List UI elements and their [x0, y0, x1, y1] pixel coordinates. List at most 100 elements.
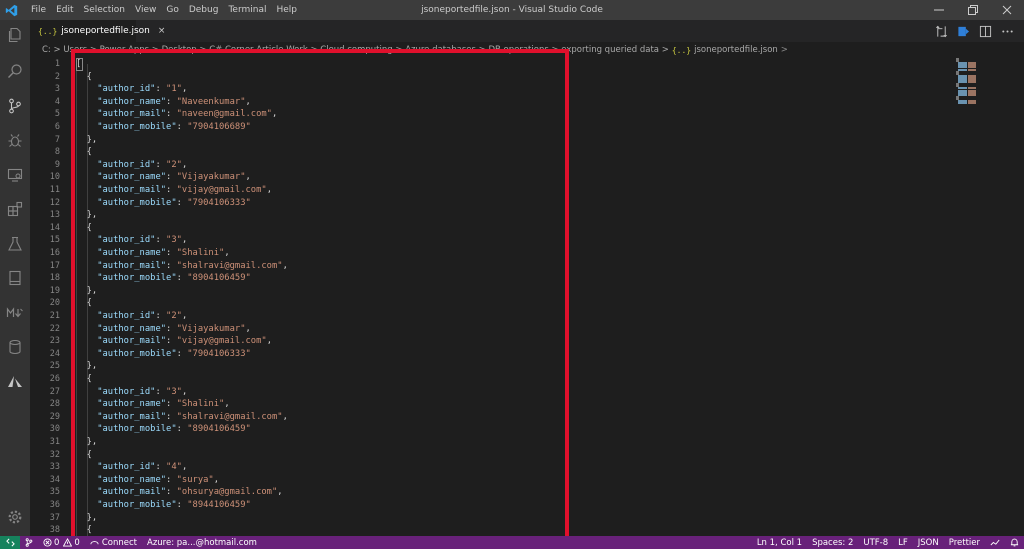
problems-status[interactable]: 0 0 — [38, 538, 85, 548]
branch-status[interactable] — [20, 538, 38, 547]
compare-changes-button[interactable] — [930, 20, 952, 42]
breadcrumb-path[interactable]: C: > Users > Power Apps > Desktop > C# C… — [42, 45, 669, 55]
code-line: "author_id": "3", — [97, 235, 188, 246]
encoding-status[interactable]: UTF-8 — [858, 538, 893, 548]
status-bar: 0 0 Connect Azure: pa...@hotmail.com Ln … — [0, 536, 1024, 549]
database-icon[interactable] — [0, 332, 30, 362]
code-line: "author_mail": "vijay@gmail.com", — [97, 336, 272, 347]
code-line: }, — [76, 285, 98, 298]
open-preview-button[interactable] — [952, 20, 974, 42]
minimize-button[interactable] — [922, 0, 956, 20]
remote-explorer-icon[interactable] — [0, 160, 30, 190]
code-line: { — [76, 373, 92, 386]
markdown-icon[interactable] — [0, 298, 30, 328]
git-branch-icon — [25, 538, 33, 547]
cursor-position-status[interactable]: Ln 1, Col 1 — [752, 538, 807, 548]
restore-button[interactable] — [956, 0, 990, 20]
menu-edit[interactable]: Edit — [51, 0, 78, 20]
debug-icon[interactable] — [0, 125, 30, 155]
code-line: "author_id": "2", — [97, 311, 188, 321]
code-editor[interactable]: 1 2 3 4 5 6 7 8 9 10 11 12 13 14 15 16 17 18 19 20 21 22 23 24 2… — [30, 58, 1024, 536]
menu-selection[interactable]: Selection — [79, 0, 130, 20]
line-number: 29 — [49, 411, 60, 422]
json-value: "7904106333" — [187, 197, 251, 208]
json-value: "Naveenkumar" — [176, 96, 246, 107]
json-key: "author_id" — [97, 84, 156, 95]
breadcrumb-file[interactable]: jsoneportedfile.json — [694, 45, 778, 55]
remote-status-button[interactable] — [0, 536, 20, 549]
menu-view[interactable]: View — [130, 0, 161, 20]
breadcrumb: C: > Users > Power Apps > Desktop > C# C… — [30, 42, 1024, 58]
test-icon[interactable] — [0, 229, 30, 259]
split-editor-button[interactable] — [974, 20, 996, 42]
menu-debug[interactable]: Debug — [184, 0, 224, 20]
search-icon[interactable] — [0, 56, 30, 86]
json-key: "author_mobile" — [97, 122, 177, 132]
prettier-status[interactable]: Prettier — [944, 538, 985, 548]
activity-bar — [0, 20, 30, 536]
minimap-line — [968, 68, 976, 71]
line-number: 17 — [49, 260, 60, 271]
line-number: 37 — [49, 512, 60, 523]
code-line: { — [76, 524, 92, 536]
line-number: 11 — [49, 185, 60, 195]
close-window-button[interactable] — [990, 0, 1024, 20]
line-number: 38 — [49, 525, 60, 536]
connect-status[interactable]: Connect — [85, 538, 142, 548]
json-key: "author_mail" — [97, 487, 167, 498]
tab-jsoneportedfile[interactable]: {..} jsoneportedfile.json × — [30, 20, 165, 42]
code-line: { — [76, 146, 92, 159]
eol-status[interactable]: LF — [893, 538, 913, 548]
json-punctuation: , — [245, 96, 251, 107]
json-value: "8904106459" — [187, 273, 251, 284]
language-mode-status[interactable]: JSON — [913, 538, 944, 548]
line-number: 9 — [54, 159, 60, 170]
json-punctuation: , — [282, 411, 288, 422]
json-key: "author_mail" — [97, 411, 167, 422]
more-actions-button[interactable] — [996, 20, 1018, 42]
code-line: }, — [76, 134, 98, 147]
json-value: "2" — [166, 311, 182, 321]
line-number: 23 — [49, 336, 60, 347]
menu-go[interactable]: Go — [161, 0, 183, 20]
source-control-icon[interactable] — [0, 91, 30, 121]
json-punctuation: , — [224, 248, 230, 258]
minimap-line — [958, 93, 967, 96]
connect-label: Connect — [101, 537, 137, 548]
minimap[interactable] — [954, 58, 984, 106]
json-punctuation: , — [181, 386, 188, 397]
json-value: "8904106459" — [187, 424, 251, 435]
json-punctuation: , — [245, 172, 251, 183]
line-number: 32 — [49, 449, 60, 460]
error-icon — [43, 538, 52, 547]
feedback-button[interactable] — [985, 538, 1005, 547]
explorer-icon[interactable] — [0, 20, 30, 50]
json-punctuation: { — [76, 525, 92, 536]
error-count: 0 — [54, 537, 60, 548]
minimap-line — [968, 81, 976, 84]
minimap-line — [968, 93, 976, 96]
json-value: "ohsurya@gmail.com" — [176, 487, 278, 498]
azure-icon[interactable] — [0, 367, 30, 397]
json-value: "3" — [166, 386, 182, 397]
indentation-status[interactable]: Spaces: 2 — [807, 538, 858, 548]
preview-icon — [957, 26, 969, 36]
json-value: "vijay@gmail.com" — [176, 336, 267, 347]
code-line: "author_name": "Vijayakumar", — [97, 172, 251, 183]
menu-file[interactable]: File — [26, 0, 51, 20]
extensions-icon[interactable] — [0, 194, 30, 224]
json-punctuation: , — [181, 84, 188, 95]
azure-account-status[interactable]: Azure: pa...@hotmail.com — [142, 538, 262, 548]
book-icon[interactable] — [0, 263, 30, 293]
json-punctuation: }, — [76, 437, 98, 447]
json-key: "author_id" — [97, 235, 156, 246]
gear-icon[interactable] — [0, 502, 30, 532]
json-value: "3" — [166, 235, 182, 246]
menu-help[interactable]: Help — [271, 0, 302, 20]
code-line: "author_mobile": "7904106333" — [97, 348, 251, 359]
minimap-line — [958, 102, 967, 105]
tab-close-button[interactable]: × — [158, 26, 166, 36]
json-punctuation: , — [266, 336, 272, 347]
menu-terminal[interactable]: Terminal — [223, 0, 271, 20]
notifications-button[interactable] — [1005, 538, 1024, 547]
